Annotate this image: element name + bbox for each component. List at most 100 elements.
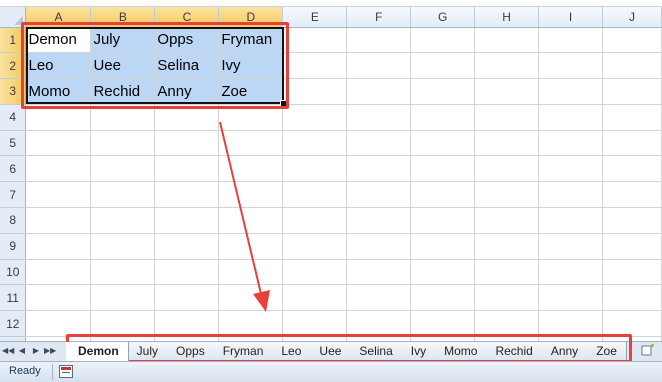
cell-j3[interactable] [602, 78, 662, 105]
fill-handle[interactable] [280, 100, 288, 108]
empty-cell[interactable] [538, 207, 603, 234]
empty-cell[interactable] [154, 259, 220, 286]
cell-f3[interactable] [346, 78, 412, 105]
tab-rechid[interactable]: Rechid [483, 342, 543, 361]
empty-cell[interactable] [474, 259, 540, 286]
cell-e1[interactable] [282, 27, 348, 54]
empty-cell[interactable] [25, 310, 92, 338]
empty-cell[interactable] [538, 259, 603, 286]
cell-g3[interactable] [410, 78, 476, 105]
empty-cell[interactable] [25, 233, 92, 260]
cell-h3[interactable] [474, 78, 540, 105]
empty-cell[interactable] [474, 130, 540, 157]
empty-cell[interactable] [25, 155, 92, 183]
row-header-11[interactable]: 11 [0, 284, 27, 312]
empty-cell[interactable] [346, 130, 412, 157]
tab-july[interactable]: July [124, 342, 169, 361]
empty-cell[interactable] [154, 104, 220, 131]
empty-cell[interactable] [282, 233, 348, 260]
empty-cell[interactable] [154, 155, 220, 183]
empty-cell[interactable] [90, 130, 156, 157]
empty-cell[interactable] [410, 233, 476, 260]
empty-cell[interactable] [282, 284, 348, 312]
empty-cell[interactable] [90, 259, 156, 286]
empty-cell[interactable] [474, 207, 540, 234]
cell-g1[interactable] [410, 27, 476, 54]
row-header-12[interactable]: 12 [0, 310, 27, 338]
empty-cell[interactable] [602, 181, 662, 209]
empty-cell[interactable] [25, 284, 92, 312]
row-header-4[interactable]: 4 [0, 104, 27, 131]
empty-cell[interactable] [474, 181, 540, 209]
empty-cell[interactable] [346, 104, 412, 131]
empty-cell[interactable] [538, 233, 603, 260]
empty-cell[interactable] [282, 104, 348, 131]
column-header-b[interactable]: B [90, 7, 156, 28]
cell-i2[interactable] [538, 52, 603, 80]
macro-record-icon[interactable] [59, 365, 73, 378]
empty-cell[interactable] [25, 259, 92, 286]
empty-cell[interactable] [218, 310, 284, 338]
tab-leo[interactable]: Leo [269, 342, 312, 361]
empty-cell[interactable] [25, 104, 92, 131]
empty-cell[interactable] [538, 130, 603, 157]
empty-cell[interactable] [90, 181, 156, 209]
empty-cell[interactable] [282, 310, 348, 338]
cell-b1[interactable]: July [90, 27, 156, 54]
empty-cell[interactable] [154, 310, 220, 338]
row-header-6[interactable]: 6 [0, 155, 27, 183]
cell-i3[interactable] [538, 78, 603, 105]
empty-cell[interactable] [602, 155, 662, 183]
column-header-d[interactable]: D [218, 7, 284, 28]
cell-a3[interactable]: Momo [25, 78, 92, 105]
empty-cell[interactable] [154, 130, 220, 157]
cell-f1[interactable] [346, 27, 412, 54]
empty-cell[interactable] [154, 233, 220, 260]
empty-cell[interactable] [538, 310, 603, 338]
tab-zoe[interactable]: Zoe [584, 342, 627, 361]
tab-opps[interactable]: Opps [164, 342, 215, 361]
empty-cell[interactable] [602, 104, 662, 131]
empty-cell[interactable] [346, 207, 412, 234]
row-header-5[interactable]: 5 [0, 130, 27, 157]
empty-cell[interactable] [154, 284, 220, 312]
tab-ivy[interactable]: Ivy [398, 342, 437, 361]
cell-f2[interactable] [346, 52, 412, 80]
empty-cell[interactable] [25, 130, 92, 157]
column-header-g[interactable]: G [410, 7, 476, 28]
first-sheet-icon[interactable]: ◀◀ [2, 344, 14, 358]
column-header-e[interactable]: E [282, 7, 348, 28]
tab-momo[interactable]: Momo [432, 342, 488, 361]
column-header-j[interactable]: J [602, 7, 662, 28]
empty-cell[interactable] [218, 233, 284, 260]
empty-cell[interactable] [346, 284, 412, 312]
empty-cell[interactable] [346, 181, 412, 209]
cell-d1[interactable]: Fryman [218, 27, 284, 54]
empty-cell[interactable] [602, 233, 662, 260]
row-header-8[interactable]: 8 [0, 207, 27, 234]
cell-b2[interactable]: Uee [90, 52, 156, 80]
cell-a1[interactable]: Demon [25, 27, 92, 54]
empty-cell[interactable] [25, 207, 92, 234]
cell-c3[interactable]: Anny [154, 78, 220, 105]
tab-demon[interactable]: Demon [66, 342, 129, 361]
next-sheet-icon[interactable]: ▶ [30, 344, 42, 358]
row-header-9[interactable]: 9 [0, 233, 27, 260]
cell-b3[interactable]: Rechid [90, 78, 156, 105]
row-header-3[interactable]: 3 [0, 78, 27, 105]
empty-cell[interactable] [25, 181, 92, 209]
empty-cell[interactable] [410, 207, 476, 234]
empty-cell[interactable] [218, 259, 284, 286]
empty-cell[interactable] [218, 104, 284, 131]
empty-cell[interactable] [410, 259, 476, 286]
tab-fryman[interactable]: Fryman [210, 342, 274, 361]
column-header-a[interactable]: A [25, 7, 92, 28]
empty-cell[interactable] [410, 130, 476, 157]
cell-g2[interactable] [410, 52, 476, 80]
cell-h2[interactable] [474, 52, 540, 80]
empty-cell[interactable] [346, 233, 412, 260]
prev-sheet-icon[interactable]: ◀ [16, 344, 28, 358]
insert-sheet-icon[interactable] [640, 344, 656, 358]
tab-selina[interactable]: Selina [347, 342, 403, 361]
empty-cell[interactable] [474, 310, 540, 338]
